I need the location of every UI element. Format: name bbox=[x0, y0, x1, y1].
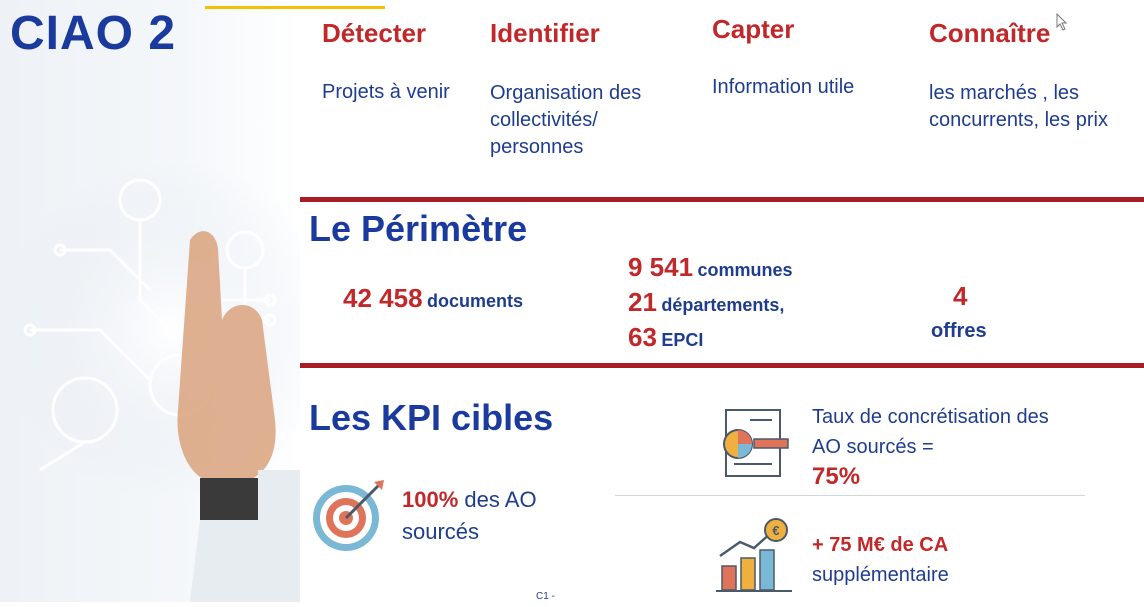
hero-image bbox=[0, 0, 340, 602]
stat-epci: 63 EPCI bbox=[628, 322, 703, 353]
sourced-line2: sourcés bbox=[402, 519, 480, 544]
page-title: CIAO 2 bbox=[10, 7, 177, 60]
departements-label: départements, bbox=[661, 295, 785, 315]
communes-value: 9 541 bbox=[628, 252, 694, 282]
pillar-verb-connaitre: Connaître bbox=[929, 18, 1051, 48]
documents-value: 42 458 bbox=[343, 283, 423, 313]
kpi-separator bbox=[615, 495, 1085, 496]
pillar-verb-identifier: Identifier bbox=[490, 18, 600, 48]
pillar-verb-capter: Capter bbox=[712, 14, 795, 44]
sourced-line1: des AO bbox=[464, 487, 537, 512]
sourced-value: 100% bbox=[402, 487, 459, 512]
section-divider-bottom bbox=[300, 363, 1144, 368]
growth-euro-icon: € bbox=[716, 518, 792, 592]
report-chart-icon bbox=[723, 409, 789, 477]
stat-communes: 9 541 communes bbox=[628, 252, 793, 283]
kpi-concretisation: Taux de concrétisation des AO sourcés = … bbox=[812, 402, 1049, 493]
target-icon bbox=[313, 480, 384, 551]
stat-departements: 21 départements, bbox=[628, 287, 784, 318]
footer-classification: C1 - bbox=[536, 591, 555, 602]
concretisation-line1: Taux de concrétisation des bbox=[812, 406, 1049, 428]
epci-label: EPCI bbox=[661, 330, 704, 350]
pillar-verb-detecter: Détecter bbox=[322, 18, 427, 48]
circuit-hand-illustration bbox=[0, 160, 340, 602]
offres-value: 4 bbox=[953, 281, 968, 311]
kpi-title: Les KPI cibles bbox=[309, 397, 554, 438]
kpi-ca: + 75 M€ de CA supplémentaire bbox=[812, 530, 949, 590]
offres-label: offres bbox=[931, 320, 987, 342]
mouse-cursor-icon bbox=[1056, 13, 1068, 31]
ca-value: + 75 M€ de CA bbox=[812, 534, 949, 556]
kpi-sourced: 100% des AO sourcés bbox=[402, 484, 537, 548]
communes-label: communes bbox=[697, 260, 793, 280]
title-accent-line bbox=[205, 6, 385, 9]
pillar-desc-connaitre: les marchés , les concurrents, les prix bbox=[929, 82, 1108, 131]
pillar-desc-detecter: Projets à venir bbox=[322, 81, 450, 103]
perimetre-title: Le Périmètre bbox=[309, 208, 528, 249]
concretisation-line2: AO sourcés = bbox=[812, 436, 934, 458]
stat-documents: 42 458 documents bbox=[343, 283, 523, 314]
departements-value: 21 bbox=[628, 287, 657, 317]
pillar-desc-capter: Information utile bbox=[712, 76, 855, 98]
svg-text:€: € bbox=[772, 523, 779, 538]
documents-label: documents bbox=[426, 291, 523, 311]
ca-label: supplémentaire bbox=[812, 564, 949, 586]
section-divider-top bbox=[300, 197, 1144, 202]
pillar-desc-identifier: Organisation des collectivités/ personne… bbox=[490, 82, 642, 158]
epci-value: 63 bbox=[628, 322, 657, 352]
concretisation-value: 75% bbox=[812, 463, 861, 490]
